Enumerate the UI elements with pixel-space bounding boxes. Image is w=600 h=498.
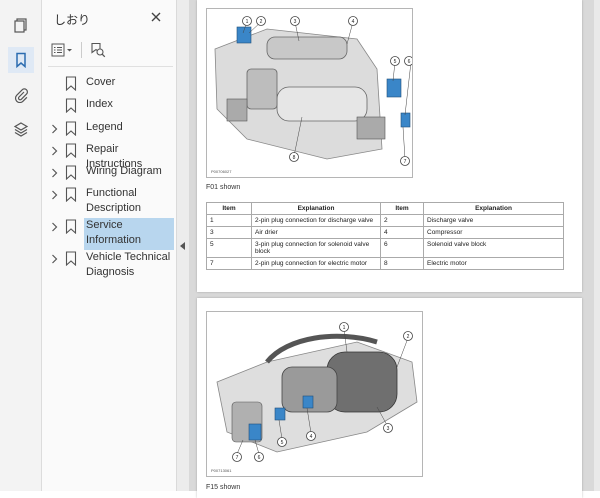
table-cell: 4 [380, 226, 424, 239]
bookmarks-toolbar [48, 38, 173, 62]
svg-text:5: 5 [394, 59, 397, 65]
bookmark-service-information[interactable]: Service Information [42, 218, 176, 250]
find-bookmark-button[interactable] [87, 39, 109, 61]
col-header: Explanation [251, 202, 381, 215]
bookmark-label: Functional Description [86, 187, 142, 214]
svg-text:3: 3 [294, 19, 297, 25]
svg-text:1: 1 [343, 325, 346, 331]
table-row: 7 2-pin plug connection for electric mot… [206, 257, 564, 270]
col-header: Item [206, 202, 252, 215]
toolbar-divider [48, 66, 173, 67]
bookmark-legend[interactable]: Legend [42, 120, 176, 136]
bookmark-label: Index [86, 98, 113, 110]
explanation-table: Item Explanation Item Explanation 1 2-pi… [206, 202, 564, 270]
chevron-right-icon[interactable] [48, 144, 60, 158]
svg-text:4: 4 [310, 434, 313, 440]
bookmark-label: Wiring Diagram [86, 165, 162, 177]
svg-text:2: 2 [260, 19, 263, 25]
chevron-right-icon[interactable] [48, 252, 60, 266]
bookmark-index[interactable]: Index [42, 97, 176, 113]
table-cell: 2-pin plug connection for electric motor [251, 257, 381, 270]
bookmark-wiring-diagram[interactable]: Wiring Diagram [42, 164, 176, 180]
close-panel-button[interactable] [147, 8, 165, 26]
svg-text:2: 2 [407, 334, 410, 340]
list-options-icon [51, 43, 72, 57]
svg-text:6: 6 [408, 59, 411, 65]
figure-air-supply-unit-f15: 1 2 3 4 5 6 7 P00713061 [206, 311, 423, 477]
bookmark-icon [65, 165, 77, 180]
table-cell: 2 [380, 214, 424, 227]
svg-text:8: 8 [293, 155, 296, 161]
panel-collapse-handle[interactable] [176, 0, 190, 491]
attachments-icon[interactable] [8, 82, 34, 108]
bookmark-label: Cover [86, 76, 116, 88]
col-header: Item [380, 202, 424, 215]
bookmark-label: Service Information [84, 218, 174, 250]
bookmark-label: Legend [86, 121, 123, 133]
bookmark-icon [65, 98, 77, 113]
bookmark-label: Vehicle Technical Diagnosis [86, 251, 171, 278]
bookmark-icon [65, 219, 77, 234]
bookmarks-panel: しおり Cover Index Legend Repair Instructio… [42, 0, 176, 491]
table-cell: Electric motor [423, 257, 564, 270]
close-icon [151, 12, 161, 22]
chevron-right-icon[interactable] [48, 220, 60, 234]
bookmark-icon [65, 251, 77, 266]
figure-air-supply-unit-f01: 1 2 3 4 5 6 7 8 P00706027 [206, 8, 413, 178]
figure2-code: P00713061 [211, 468, 232, 473]
table-cell: 3-pin plug connection for solenoid valve… [251, 238, 381, 258]
collapse-left-icon [180, 241, 185, 250]
table-cell: 7 [206, 257, 252, 270]
bookmark-icon [65, 76, 77, 91]
table-cell: 2-pin plug connection for discharge valv… [251, 214, 381, 227]
svg-text:7: 7 [404, 159, 407, 165]
figure1-caption: F01 shown [206, 184, 241, 191]
bookmark-icon [65, 187, 77, 202]
document-page: 1 2 3 4 5 6 7 8 P00706027 F01 shown Item… [197, 0, 582, 292]
table-cell: 3 [206, 226, 252, 239]
bookmark-vehicle-technical-diagnosis[interactable]: Vehicle Technical Diagnosis [42, 250, 176, 280]
table-cell: Air drier [251, 226, 381, 239]
chevron-right-icon[interactable] [48, 166, 60, 180]
document-viewport[interactable]: 1 2 3 4 5 6 7 8 P00706027 F01 shown Item… [189, 0, 600, 498]
chevron-right-icon[interactable] [48, 188, 60, 202]
chevron-right-icon[interactable] [48, 122, 60, 136]
table-cell: Discharge valve [423, 214, 564, 227]
panel-title: しおり [54, 13, 91, 27]
col-header: Explanation [423, 202, 564, 215]
layers-icon[interactable] [8, 116, 34, 142]
table-cell: 1 [206, 214, 252, 227]
figure2-caption: F15 shown [206, 484, 241, 491]
table-cell: Compressor [423, 226, 564, 239]
table-row: 1 2-pin plug connection for discharge va… [206, 214, 564, 227]
table-cell: Solenoid valve block [423, 238, 564, 258]
table-header-row: Item Explanation Item Explanation [206, 202, 564, 215]
table-cell: 6 [380, 238, 424, 258]
svg-text:3: 3 [387, 426, 390, 432]
table-cell: 8 [380, 257, 424, 270]
svg-text:5: 5 [281, 440, 284, 446]
svg-text:4: 4 [352, 19, 355, 25]
bookmark-functional-description[interactable]: Functional Description [42, 186, 176, 216]
bookmark-cover[interactable]: Cover [42, 75, 176, 91]
svg-text:7: 7 [236, 455, 239, 461]
document-page: 1 2 3 4 5 6 7 P00713061 F15 shown [197, 298, 582, 498]
bookmark-icon [65, 143, 77, 158]
pages-icon[interactable] [8, 12, 34, 38]
left-tool-rail [0, 0, 42, 491]
vertical-scrollbar[interactable] [594, 0, 600, 491]
table-row: 3 Air drier 4 Compressor [206, 226, 564, 239]
svg-text:6: 6 [258, 455, 261, 461]
svg-text:1: 1 [246, 19, 249, 25]
options-menu-button[interactable] [48, 39, 76, 61]
table-cell: 5 [206, 238, 252, 258]
table-row: 5 3-pin plug connection for solenoid val… [206, 238, 564, 258]
bookmark-icon [65, 121, 77, 136]
figure1-code: P00706027 [211, 169, 232, 174]
bookmark-search-icon [91, 42, 106, 58]
bookmarks-icon[interactable] [8, 47, 34, 73]
